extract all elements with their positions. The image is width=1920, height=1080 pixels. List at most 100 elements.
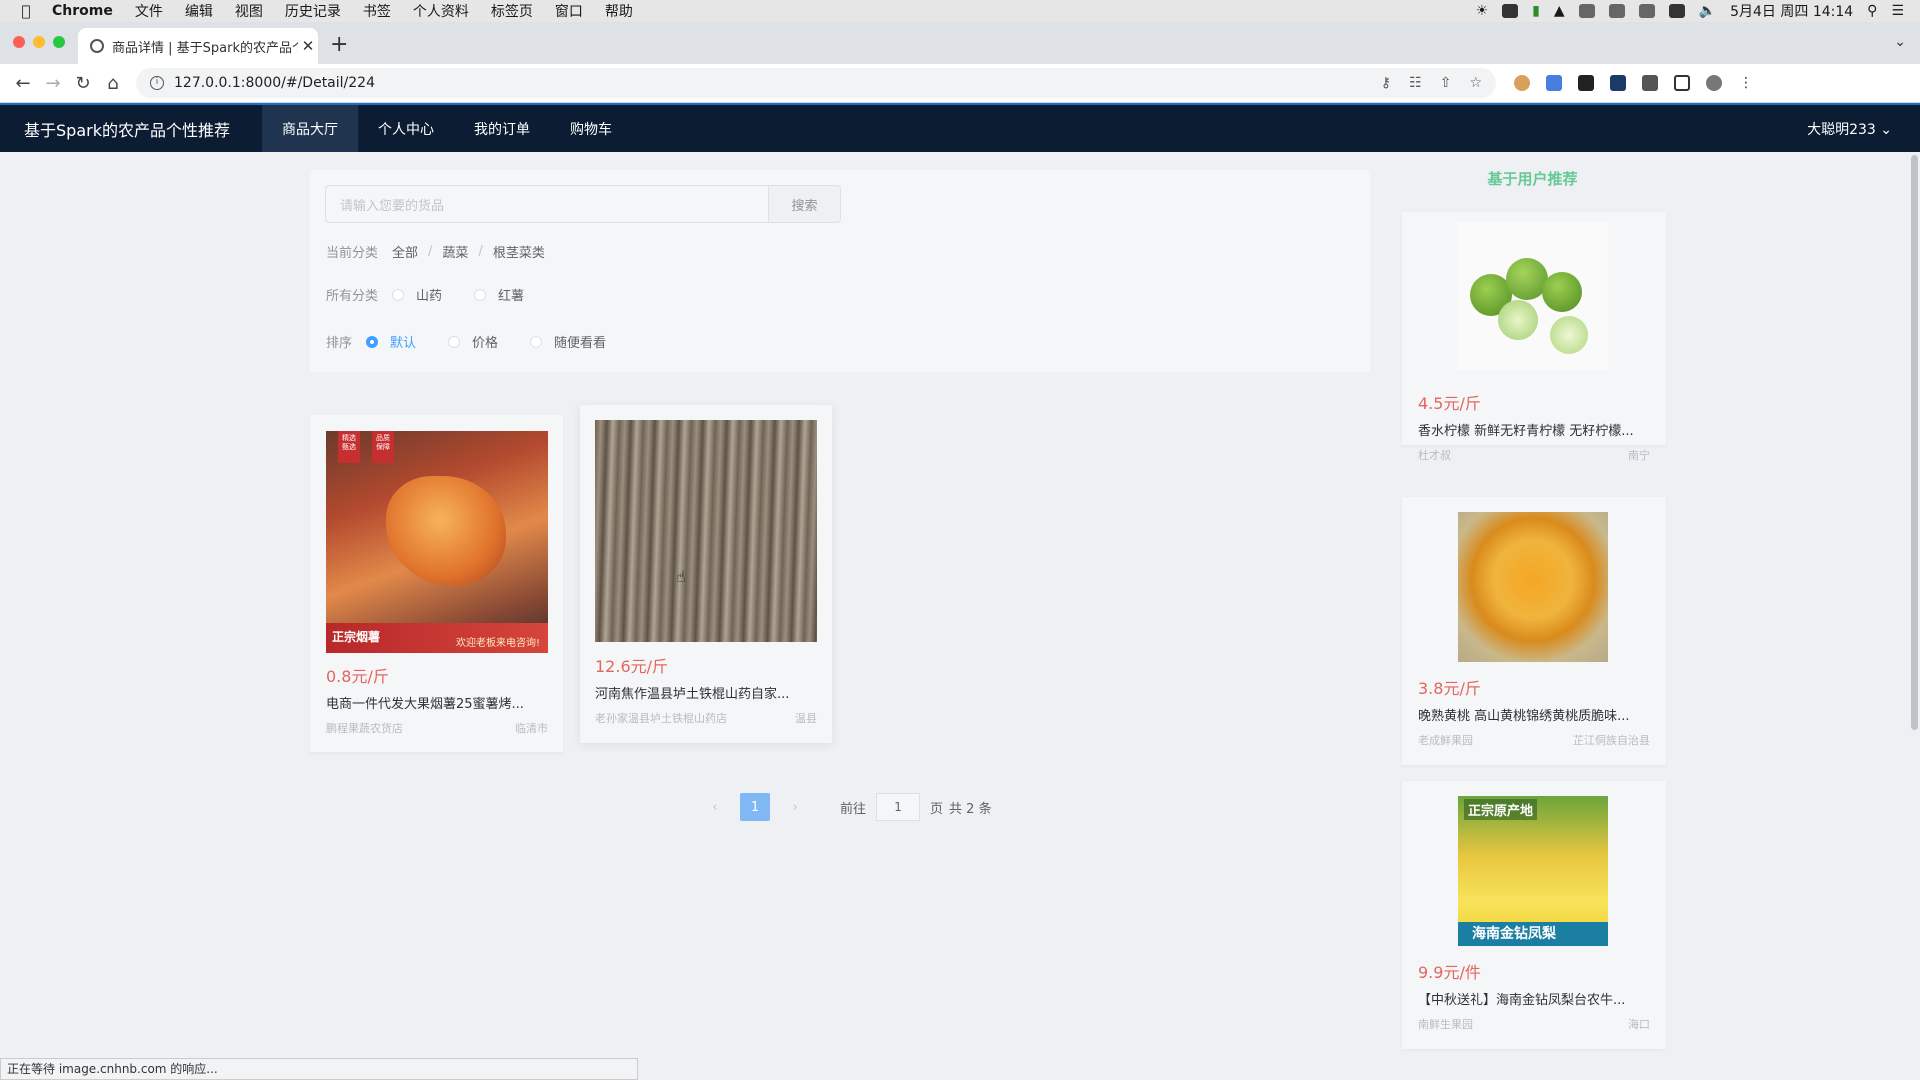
clock-text[interactable]: 5月4日 周四 14:14	[1730, 1, 1853, 21]
product-shop: 老孙家温县垆土铁棍山药店	[595, 712, 727, 725]
page-scrollbar[interactable]	[1911, 155, 1918, 730]
back-arrow-icon[interactable]: ←	[8, 73, 38, 94]
wechat-alt-icon[interactable]	[1638, 4, 1655, 18]
recommend-card[interactable]: 3.8元/斤 晚熟黄桃 高山黄桃锦绣黄桃质脆味... 老成鲜果园 芷江侗族自治县	[1402, 497, 1666, 765]
product-name[interactable]: 电商一件代发大果烟薯25蜜薯烤...	[326, 693, 548, 712]
profile-avatar-icon[interactable]	[1706, 75, 1722, 91]
menu-help[interactable]: 帮助	[605, 1, 633, 21]
new-tab-button[interactable]: +	[330, 32, 348, 57]
reload-icon[interactable]: ↻	[68, 73, 98, 94]
tab-search-chevron-icon[interactable]: ⌄	[1894, 34, 1906, 50]
close-tab-icon[interactable]: ✕	[298, 37, 318, 55]
browser-tab-active[interactable]: 商品详情 | 基于Spark的农产品个 ✕	[78, 28, 318, 64]
control-center-icon[interactable]: ☰	[1891, 3, 1904, 19]
close-window-button[interactable]	[13, 36, 25, 48]
menu-edit[interactable]: 编辑	[185, 1, 213, 21]
recommend-name[interactable]: 晚熟黄桃 高山黄桃锦绣黄桃质脆味...	[1418, 705, 1650, 724]
extension-3-icon[interactable]	[1578, 75, 1594, 91]
key-icon[interactable]: ⚷	[1381, 75, 1391, 91]
app-navbar: 基于Spark的农产品个性推荐 商品大厅 个人中心 我的订单 购物车 大聪明23…	[0, 103, 1920, 152]
next-page-icon[interactable]: ›	[780, 800, 810, 815]
minimize-window-button[interactable]	[33, 36, 45, 48]
site-info-icon[interactable]: i	[150, 76, 164, 90]
product-card[interactable]: 12.6元/斤 河南焦作温县垆土铁棍山药自家... 老孙家温县垆土铁棍山药店 温…	[580, 405, 832, 743]
page-number-current[interactable]: 1	[740, 793, 770, 821]
recommend-image-lime[interactable]	[1458, 222, 1608, 370]
category-radio-yam[interactable]: 山药	[392, 285, 442, 304]
input-method-icon[interactable]	[1668, 4, 1685, 18]
address-bar[interactable]: i 127.0.0.1:8000/#/Detail/224 ⚷ ☷ ⇧ ☆	[136, 68, 1496, 98]
apple-icon[interactable]: 	[0, 2, 52, 20]
product-name[interactable]: 河南焦作温县垆土铁棍山药自家...	[595, 683, 817, 702]
record-icon[interactable]	[1502, 4, 1519, 18]
wechat-icon[interactable]	[1608, 4, 1625, 18]
window-controls	[13, 36, 65, 48]
breadcrumb-vegetables[interactable]: 蔬菜	[442, 242, 468, 261]
category-radio-sweet-potato[interactable]: 红薯	[474, 285, 524, 304]
extension-2-icon[interactable]	[1546, 75, 1562, 91]
user-menu[interactable]: 大聪明233 ⌄	[1807, 119, 1920, 139]
recommend-image-pineapple[interactable]: 正宗原产地 海南金钻凤梨	[1458, 796, 1608, 946]
recommend-shop: 老成鲜果园	[1418, 734, 1473, 747]
sort-radio-default[interactable]: 默认	[366, 332, 416, 351]
menu-view[interactable]: 视图	[235, 1, 263, 21]
share-icon[interactable]: ⇧	[1440, 75, 1452, 91]
forward-arrow-icon[interactable]: →	[38, 73, 68, 94]
sidebar-icon[interactable]	[1674, 75, 1690, 91]
recommend-card[interactable]: 4.5元/斤 香水柠檬 新鲜无籽青柠檬 无籽柠檬... 杜才叔 南宁	[1402, 212, 1666, 462]
recommend-card[interactable]: 正宗原产地 海南金钻凤梨 9.9元/件 【中秋送礼】海南金钻凤梨台农牛... 南…	[1402, 781, 1666, 1049]
brightness-icon[interactable]: ☀	[1476, 3, 1489, 19]
kebab-menu-icon[interactable]: ⋮	[1738, 75, 1754, 91]
menu-app-name[interactable]: Chrome	[52, 3, 113, 19]
prev-page-icon[interactable]: ‹	[700, 800, 730, 815]
menu-bookmarks[interactable]: 书签	[363, 1, 391, 21]
breadcrumb-all[interactable]: 全部	[392, 242, 418, 261]
search-button[interactable]: 搜索	[769, 185, 841, 223]
browser-toolbar: ← → ↻ ⌂ i 127.0.0.1:8000/#/Detail/224 ⚷ …	[0, 64, 1920, 103]
extension-area: ⋮	[1514, 75, 1754, 91]
page-jump-input[interactable]: 1	[876, 793, 921, 821]
lime-slice-1	[1498, 300, 1538, 340]
recommend-name[interactable]: 香水柠檬 新鲜无籽青柠檬 无籽柠檬...	[1418, 420, 1650, 439]
search-input[interactable]: 请输入您要的货品	[325, 185, 769, 223]
category-yam-label: 山药	[416, 289, 443, 304]
menu-window[interactable]: 窗口	[555, 1, 583, 21]
url-text[interactable]: 127.0.0.1:8000/#/Detail/224	[174, 75, 375, 91]
nav-item-cart[interactable]: 购物车	[550, 105, 632, 152]
recommend-image-yellow-peach[interactable]	[1458, 512, 1608, 662]
all-categories-row: 所有分类 山药 红薯	[326, 285, 556, 304]
menu-history[interactable]: 历史记录	[285, 1, 341, 21]
translate-icon[interactable]: ☷	[1409, 75, 1422, 91]
macos-menubar:  Chrome 文件 编辑 视图 历史记录 书签 个人资料 标签页 窗口 帮助…	[0, 0, 1920, 22]
app-status-icon[interactable]	[1578, 4, 1595, 18]
bookmark-star-icon[interactable]: ☆	[1469, 75, 1482, 91]
sort-radio-price[interactable]: 价格	[448, 332, 498, 351]
extension-1-icon[interactable]	[1514, 75, 1530, 91]
nav-item-orders[interactable]: 我的订单	[454, 105, 550, 152]
breadcrumb-root-vegetables[interactable]: 根茎菜类	[493, 242, 545, 261]
menu-profile[interactable]: 个人资料	[413, 1, 469, 21]
pineapple-top-label: 正宗原产地	[1464, 799, 1538, 820]
sweet-potato-tag-left: 精选 甄选	[338, 431, 360, 463]
product-image-sweet-potato[interactable]: 精选 甄选 品质 保障 正宗烟薯 欢迎老板来电咨询!	[326, 431, 548, 653]
menu-tabs[interactable]: 标签页	[491, 1, 533, 21]
mountain-icon[interactable]: ▲	[1554, 3, 1565, 19]
signal-icon[interactable]: ▮	[1532, 3, 1540, 19]
nav-item-profile[interactable]: 个人中心	[358, 105, 454, 152]
menu-file[interactable]: 文件	[135, 1, 163, 21]
puzzle-icon[interactable]	[1642, 75, 1658, 91]
maximize-window-button[interactable]	[53, 36, 65, 48]
recommend-name[interactable]: 【中秋送礼】海南金钻凤梨台农牛...	[1418, 989, 1650, 1008]
chevron-down-icon: ⌄	[1880, 121, 1892, 138]
extension-4-icon[interactable]	[1610, 75, 1626, 91]
sort-radio-random[interactable]: 随便看看	[530, 332, 606, 351]
volume-icon[interactable]: 🔈	[1699, 3, 1716, 19]
product-image-yam[interactable]	[595, 420, 817, 642]
search-icon[interactable]: ⚲	[1867, 3, 1877, 19]
product-card[interactable]: 精选 甄选 品质 保障 正宗烟薯 欢迎老板来电咨询! 0.8元/斤 电商一件代发…	[310, 415, 563, 752]
product-location: 临清市	[515, 722, 548, 735]
home-icon[interactable]: ⌂	[98, 73, 128, 94]
nav-item-market[interactable]: 商品大厅	[261, 105, 358, 152]
app-brand[interactable]: 基于Spark的农产品个性推荐	[24, 117, 230, 141]
browser-status-bar: 正在等待 image.cnhnb.com 的响应...	[0, 1058, 638, 1080]
